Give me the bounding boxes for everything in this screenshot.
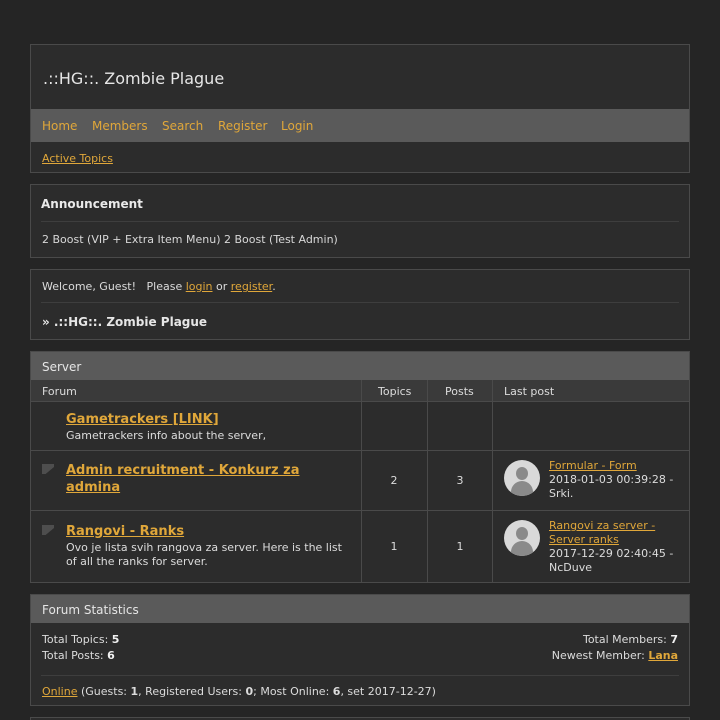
forum-title[interactable]: Admin recruitment - Konkurz za admina <box>66 462 346 496</box>
forum-statistics-panel: Forum Statistics Total Topics: 5 Total P… <box>30 594 690 706</box>
welcome-prefix: Welcome, Guest! Please <box>42 280 186 293</box>
divider <box>41 221 679 222</box>
last-post-info: Rangovi za server - Server ranks 2017-12… <box>549 519 687 575</box>
registered-value: 0 <box>245 685 254 698</box>
last-post-date: 2018-01-03 00:39:28 - <box>549 473 674 486</box>
last-post-topic-link[interactable]: Rangovi za server - Server ranks <box>549 519 687 547</box>
nav-login[interactable]: Login <box>281 119 313 133</box>
total-posts-value: 6 <box>107 649 115 662</box>
divider <box>41 675 679 676</box>
total-topics-label: Total Topics: <box>42 633 112 646</box>
online-link[interactable]: Online <box>42 685 77 698</box>
avatar[interactable] <box>504 460 540 496</box>
forum-read-icon <box>42 464 54 474</box>
post-count: 3 <box>456 474 464 487</box>
nav-register[interactable]: Register <box>218 119 267 133</box>
forum-description: Ovo je lista svih rangova za server. Her… <box>66 541 342 568</box>
column-headers: Forum Topics Posts Last post <box>31 380 689 402</box>
most-online-label: ; Most Online: <box>253 685 333 698</box>
total-members-value: 7 <box>670 633 678 646</box>
announcement-title: Announcement <box>41 197 143 211</box>
topic-count: 2 <box>390 474 398 487</box>
total-members-label: Total Members: <box>582 633 671 646</box>
registered-label: , Registered Users: <box>138 685 246 698</box>
newest-member-link[interactable]: Lana <box>648 649 678 662</box>
total-posts: Total Posts: 6 <box>42 649 115 662</box>
login-link[interactable]: login <box>186 280 213 293</box>
stats-header: Forum Statistics <box>31 595 689 623</box>
forum-category-server: Server Forum Topics Posts Last post Game… <box>30 351 690 583</box>
welcome-panel: Welcome, Guest! Please login or register… <box>30 269 690 340</box>
total-members: Total Members: 7 <box>583 633 678 646</box>
announcement-panel: Announcement 2 Boost (VIP + Extra Item M… <box>30 184 690 258</box>
welcome-suffix: . <box>272 280 276 293</box>
newest-member: Newest Member: Lana <box>552 649 678 662</box>
announcement-text: 2 Boost (VIP + Extra Item Menu) 2 Boost … <box>42 233 338 246</box>
topic-count: 1 <box>390 540 398 553</box>
category-title[interactable]: Server <box>42 360 81 374</box>
breadcrumb: » .::HG::. Zombie Plague <box>42 315 208 329</box>
main-nav: Home Members Search Register Login <box>31 109 689 142</box>
last-post-topic-link[interactable]: Formular - Form <box>549 459 687 473</box>
forum-title[interactable]: Rangovi - Ranks <box>66 523 346 540</box>
forum-row: Admin recruitment - Konkurz za admina 2 … <box>31 451 689 511</box>
last-post-date: 2017-12-29 02:40:45 - <box>549 547 674 560</box>
welcome-text: Welcome, Guest! Please login or register… <box>42 280 276 293</box>
guests-label: (Guests: <box>77 685 131 698</box>
site-title: .::HG::. Zombie Plague <box>43 69 225 88</box>
site-header: .::HG::. Zombie Plague Home Members Sear… <box>30 44 690 173</box>
total-posts-label: Total Posts: <box>42 649 108 662</box>
welcome-or: or <box>212 280 231 293</box>
col-forum: Forum <box>42 385 77 398</box>
col-topics: Topics <box>378 385 412 398</box>
forum-description: Gametrackers info about the server, <box>66 429 267 442</box>
last-post-info: Formular - Form 2018-01-03 00:39:28 - Sr… <box>549 459 687 501</box>
stats-title: Forum Statistics <box>42 603 139 617</box>
forum-row: Gametrackers [LINK] Gametrackers info ab… <box>31 403 689 451</box>
total-topics: Total Topics: 5 <box>42 633 119 646</box>
avatar[interactable] <box>504 520 540 556</box>
forum-row: Rangovi - Ranks Ovo je lista svih rangov… <box>31 511 689 584</box>
forum-read-icon <box>42 525 54 535</box>
most-online-date: , set 2017-12-27) <box>340 685 436 698</box>
divider <box>41 302 679 303</box>
active-topics-link[interactable]: Active Topics <box>42 152 113 165</box>
newest-member-label: Newest Member: <box>551 649 649 662</box>
online-stats: Online (Guests: 1, Registered Users: 0; … <box>42 685 436 698</box>
col-last-post: Last post <box>504 385 555 398</box>
total-topics-value: 5 <box>111 633 120 646</box>
col-posts: Posts <box>445 385 474 398</box>
forum-title[interactable]: Gametrackers [LINK] <box>66 411 346 428</box>
register-link[interactable]: register <box>231 280 272 293</box>
last-post-user: NcDuve <box>549 561 592 574</box>
nav-home[interactable]: Home <box>42 119 77 133</box>
post-count: 1 <box>456 540 464 553</box>
nav-members[interactable]: Members <box>92 119 148 133</box>
category-header: Server <box>31 352 689 380</box>
last-post-user: Srki. <box>549 487 574 500</box>
nav-search[interactable]: Search <box>162 119 203 133</box>
